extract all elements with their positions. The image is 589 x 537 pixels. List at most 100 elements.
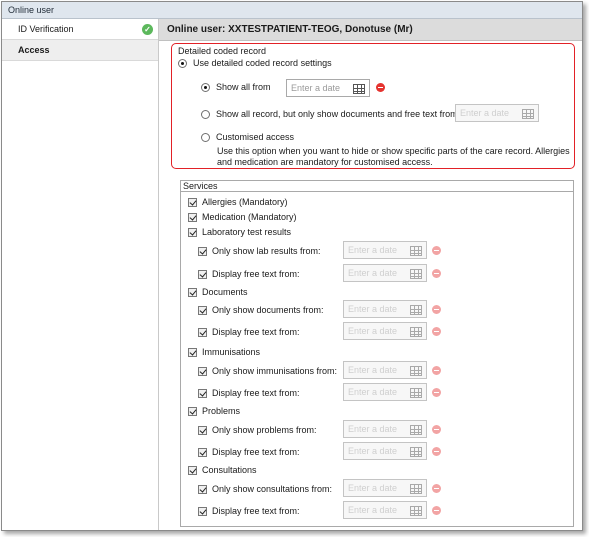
show-all-from-date-input[interactable]: Enter a date xyxy=(286,79,370,97)
show-all-from-option[interactable]: Show all from xyxy=(201,82,271,92)
clear-date-icon[interactable] xyxy=(432,269,441,278)
date-placeholder: Enter a date xyxy=(348,505,398,515)
consultations-checkbox[interactable] xyxy=(188,465,197,475)
immunisations-checkbox[interactable] xyxy=(188,347,197,357)
calendar-icon[interactable] xyxy=(410,425,422,435)
customised-access-radio[interactable] xyxy=(201,132,210,142)
allergies-option[interactable]: Allergies (Mandatory) xyxy=(188,197,288,207)
problems-only-show-date-input[interactable]: Enter a date xyxy=(343,420,427,438)
medication-option[interactable]: Medication (Mandatory) xyxy=(188,212,297,222)
clear-date-icon[interactable] xyxy=(432,327,441,336)
consultations-only-show-date-input[interactable]: Enter a date xyxy=(343,479,427,497)
problems-option[interactable]: Problems xyxy=(188,406,240,416)
consultations-only-show-label: Only show consultations from: xyxy=(212,484,333,494)
documents-free-text-option[interactable]: Display free text from: xyxy=(198,327,300,337)
consultations-free-text-label: Display free text from: xyxy=(212,506,300,516)
show-all-docs-label: Show all record, but only show documents… xyxy=(216,109,458,119)
consultations-free-text-checkbox[interactable] xyxy=(198,506,207,516)
check-circle-icon: ✓ xyxy=(142,24,153,35)
lab-results-option[interactable]: Laboratory test results xyxy=(188,227,291,237)
clear-date-icon[interactable] xyxy=(432,246,441,255)
consultations-only-show-checkbox[interactable] xyxy=(198,484,207,494)
lab-results-label: Laboratory test results xyxy=(202,227,292,237)
show-all-docs-option[interactable]: Show all record, but only show documents… xyxy=(201,109,458,119)
consultations-option[interactable]: Consultations xyxy=(188,465,257,475)
use-detailed-settings-option[interactable]: Use detailed coded record settings xyxy=(178,58,332,68)
use-detailed-settings-radio[interactable] xyxy=(178,58,187,68)
date-placeholder: Enter a date xyxy=(460,108,510,118)
documents-only-show-label: Only show documents from: xyxy=(212,305,324,315)
calendar-icon[interactable] xyxy=(410,506,422,516)
date-placeholder: Enter a date xyxy=(348,424,398,434)
calendar-icon[interactable] xyxy=(353,84,365,94)
lab-only-show-option[interactable]: Only show lab results from: xyxy=(198,246,321,256)
show-all-from-radio[interactable] xyxy=(201,82,210,92)
calendar-icon[interactable] xyxy=(410,447,422,457)
window-title: Online user xyxy=(2,2,582,19)
problems-free-text-option[interactable]: Display free text from: xyxy=(198,447,300,457)
documents-only-show-option[interactable]: Only show documents from: xyxy=(198,305,324,315)
problems-free-text-date-input[interactable]: Enter a date xyxy=(343,442,427,460)
immunisations-only-show-date-input[interactable]: Enter a date xyxy=(343,361,427,379)
documents-only-show-date-input[interactable]: Enter a date xyxy=(343,300,427,318)
immunisations-only-show-checkbox[interactable] xyxy=(198,366,207,376)
calendar-icon[interactable] xyxy=(410,484,422,494)
date-placeholder: Enter a date xyxy=(348,387,398,397)
customised-access-option[interactable]: Customised access xyxy=(201,132,294,142)
immunisations-free-text-date-input[interactable]: Enter a date xyxy=(343,383,427,401)
lab-free-text-date-input[interactable]: Enter a date xyxy=(343,264,427,282)
services-list: Allergies (Mandatory) Medication (Mandat… xyxy=(181,193,573,526)
documents-option[interactable]: Documents xyxy=(188,287,248,297)
problems-only-show-option[interactable]: Only show problems from: xyxy=(198,425,317,435)
consultations-free-text-date-input[interactable]: Enter a date xyxy=(343,501,427,519)
lab-free-text-option[interactable]: Display free text from: xyxy=(198,269,300,279)
clear-date-icon[interactable] xyxy=(432,305,441,314)
immunisations-free-text-checkbox[interactable] xyxy=(198,388,207,398)
calendar-icon[interactable] xyxy=(410,327,422,337)
sidebar-item-access[interactable]: Access xyxy=(2,40,158,61)
clear-date-icon[interactable] xyxy=(376,83,385,92)
allergies-checkbox[interactable] xyxy=(188,197,197,207)
calendar-icon[interactable] xyxy=(410,305,422,315)
problems-checkbox[interactable] xyxy=(188,406,197,416)
documents-free-text-date-input[interactable]: Enter a date xyxy=(343,322,427,340)
consultations-only-show-option[interactable]: Only show consultations from: xyxy=(198,484,332,494)
date-placeholder: Enter a date xyxy=(348,245,398,255)
date-placeholder: Enter a date xyxy=(291,83,341,93)
immunisations-free-text-option[interactable]: Display free text from: xyxy=(198,388,300,398)
main-panel: Online user: XXTESTPATIENT-TEOG, Donotus… xyxy=(159,19,582,530)
lab-results-checkbox[interactable] xyxy=(188,227,197,237)
clear-date-icon[interactable] xyxy=(432,484,441,493)
calendar-icon[interactable] xyxy=(522,109,534,119)
consultations-free-text-option[interactable]: Display free text from: xyxy=(198,506,300,516)
immunisations-label: Immunisations xyxy=(202,347,261,357)
lab-free-text-checkbox[interactable] xyxy=(198,269,207,279)
documents-only-show-checkbox[interactable] xyxy=(198,305,207,315)
documents-checkbox[interactable] xyxy=(188,287,197,297)
show-all-docs-date-input[interactable]: Enter a date xyxy=(455,104,539,122)
sidebar-item-id-verification[interactable]: ID Verification ✓ xyxy=(2,19,158,40)
lab-only-show-date-input[interactable]: Enter a date xyxy=(343,241,427,259)
lab-only-show-checkbox[interactable] xyxy=(198,246,207,256)
date-placeholder: Enter a date xyxy=(348,304,398,314)
calendar-icon[interactable] xyxy=(410,388,422,398)
show-all-docs-radio[interactable] xyxy=(201,109,210,119)
clear-date-icon[interactable] xyxy=(432,388,441,397)
clear-date-icon[interactable] xyxy=(432,425,441,434)
clear-date-icon[interactable] xyxy=(432,366,441,375)
immunisations-option[interactable]: Immunisations xyxy=(188,347,260,357)
medication-checkbox[interactable] xyxy=(188,212,197,222)
clear-date-icon[interactable] xyxy=(432,506,441,515)
detailed-coded-record-group: Detailed coded record Use detailed coded… xyxy=(171,43,575,169)
calendar-icon[interactable] xyxy=(410,269,422,279)
immunisations-only-show-option[interactable]: Only show immunisations from: xyxy=(198,366,337,376)
documents-free-text-checkbox[interactable] xyxy=(198,327,207,337)
consultations-label: Consultations xyxy=(202,465,257,475)
calendar-icon[interactable] xyxy=(410,246,422,256)
problems-only-show-checkbox[interactable] xyxy=(198,425,207,435)
date-placeholder: Enter a date xyxy=(348,483,398,493)
problems-free-text-checkbox[interactable] xyxy=(198,447,207,457)
clear-date-icon[interactable] xyxy=(432,447,441,456)
calendar-icon[interactable] xyxy=(410,366,422,376)
allergies-label: Allergies (Mandatory) xyxy=(202,197,288,207)
